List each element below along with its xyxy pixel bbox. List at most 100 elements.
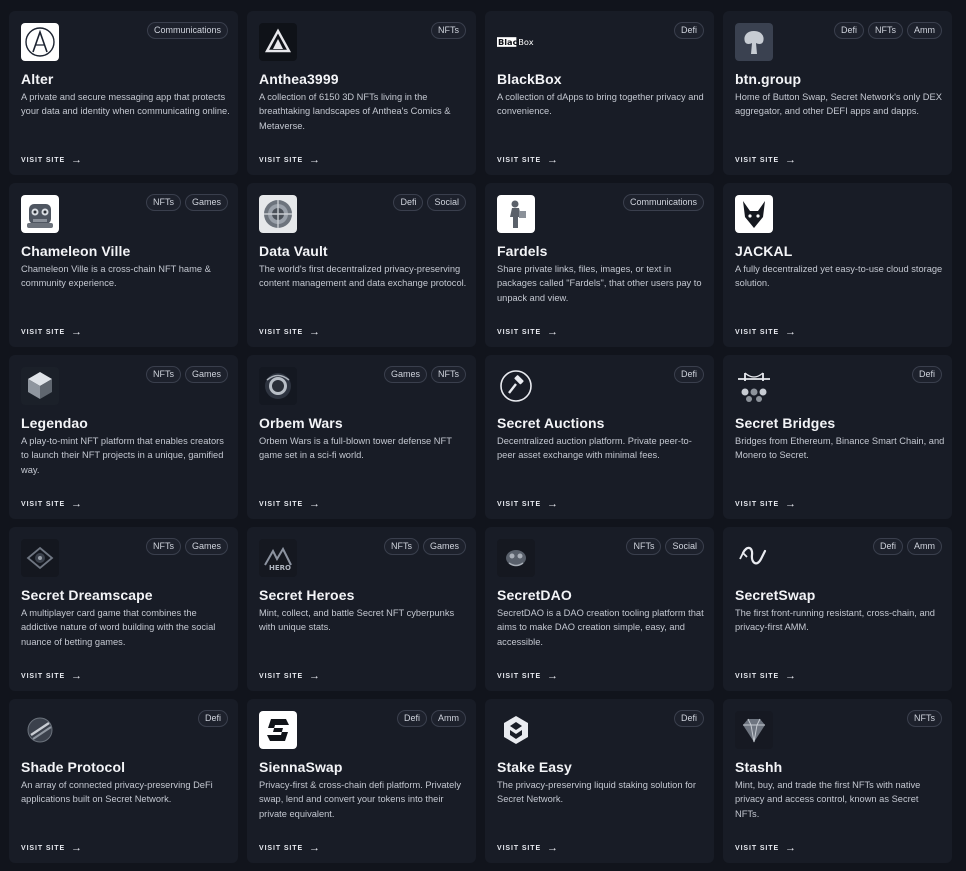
svg-text:HERO: HERO	[269, 564, 291, 572]
orbem-wars-logo-icon	[259, 367, 297, 405]
category-tag: NFTs	[431, 366, 466, 383]
visit-site-link[interactable]: VISIT SITE →	[21, 327, 82, 338]
category-tag: NFTs	[431, 22, 466, 39]
app-card-anthea3999: NFTs Anthea3999 A collection of 6150 3D NF…	[247, 11, 476, 175]
app-title: BlackBox	[497, 71, 562, 87]
arrow-right-icon: →	[547, 326, 559, 338]
visit-site-label: VISIT SITE	[497, 844, 542, 852]
app-description: A multiplayer card game that combines th…	[21, 608, 216, 647]
visit-site-label: VISIT SITE	[259, 500, 304, 508]
app-card-data-vault: Defi Social Data Vault The world's first de…	[247, 183, 476, 347]
visit-site-label: VISIT SITE	[259, 328, 304, 336]
category-tag: Amm	[907, 22, 942, 39]
visit-site-link[interactable]: VISIT SITE →	[21, 843, 82, 854]
visit-site-link[interactable]: VISIT SITE →	[21, 155, 82, 166]
category-tag: Amm	[431, 710, 466, 727]
app-card-fardels: Communications Fardels Share private links…	[485, 183, 714, 347]
btn-group-logo-icon	[735, 23, 773, 61]
visit-site-label: VISIT SITE	[735, 844, 780, 852]
app-description: Decentralized auction platform. Private …	[497, 436, 692, 461]
app-title: Secret Auctions	[497, 415, 605, 431]
category-tag: Games	[184, 538, 228, 555]
visit-site-link[interactable]: VISIT SITE →	[259, 326, 321, 338]
category-tags: Communications	[146, 22, 228, 39]
category-tag: Defi	[673, 22, 704, 39]
app-description: Orbem Wars is a full-blown tower defense…	[259, 436, 452, 461]
app-card-secretdao: NFTs Social SecretDAO SecretDAO is a DAO cr…	[485, 527, 714, 691]
app-card-legendao: NFTs Games Legendao A play-to-mint NFT plat…	[9, 355, 238, 519]
alter-logo-icon	[21, 23, 59, 61]
bridge-logo-icon	[735, 367, 773, 405]
jackal-logo-icon	[735, 195, 773, 233]
category-tag: NFTs	[868, 22, 903, 39]
app-title: Secret Dreamscape	[21, 587, 153, 603]
category-tags: NFTs Social	[626, 538, 704, 555]
app-description: A play-to-mint NFT platform that enables…	[21, 436, 224, 475]
visit-site-label: VISIT SITE	[21, 328, 66, 336]
visit-site-label: VISIT SITE	[497, 500, 542, 508]
app-description: Share private links, files, images, or t…	[497, 264, 702, 303]
app-title: JACKAL	[735, 243, 793, 259]
visit-site-link[interactable]: VISIT SITE →	[259, 843, 320, 854]
app-card-secretswap: Defi Amm SecretSwap The first front-running…	[723, 527, 952, 691]
arrow-right-icon: →	[785, 842, 797, 854]
category-tags: NFTs Games	[145, 538, 228, 555]
arrow-right-icon: →	[71, 498, 83, 510]
visit-site-link[interactable]: VISIT SITE →	[735, 842, 797, 854]
visit-site-label: VISIT SITE	[21, 672, 66, 680]
visit-site-link[interactable]: VISIT SITE →	[259, 154, 321, 166]
fardels-logo-icon	[497, 195, 535, 233]
app-card-siennaswap: Defi Amm SiennaSwap Privacy-first & cross-c…	[247, 699, 476, 863]
visit-site-link[interactable]: VISIT SITE →	[735, 327, 796, 338]
arrow-right-icon: →	[309, 326, 321, 338]
app-title: Stake Easy	[497, 759, 572, 775]
app-card-shade-protocol: Defi Shade Protocol An array of connected …	[9, 699, 238, 863]
visit-site-link[interactable]: VISIT SITE →	[497, 155, 558, 166]
app-title: Shade Protocol	[21, 759, 126, 775]
arrow-right-icon: →	[309, 154, 321, 166]
anthea-logo-icon	[259, 23, 297, 61]
app-description: The first front-running resistant, cross…	[735, 608, 935, 633]
category-tag: Defi	[872, 538, 903, 555]
app-description: A collection of dApps to bring together …	[497, 92, 704, 117]
category-tag: Defi	[197, 710, 228, 727]
arrow-right-icon: →	[785, 154, 797, 166]
category-tag: Games	[422, 538, 466, 555]
app-title: SecretDAO	[497, 587, 572, 603]
app-card-alter: Communications Alter A private and secure …	[9, 11, 238, 175]
visit-site-label: VISIT SITE	[21, 500, 66, 508]
visit-site-link[interactable]: VISIT SITE →	[497, 499, 558, 510]
category-tags: Games NFTs	[383, 366, 466, 383]
visit-site-link[interactable]: VISIT SITE →	[259, 671, 320, 682]
app-card-btn-group: Defi NFTs Amm btn.group Home of Button Swap,…	[723, 11, 952, 175]
app-description: Mint, buy, and trade the first NFTs with…	[735, 780, 921, 819]
category-tags: Defi	[673, 22, 704, 39]
app-description: The world's first decentralized privacy-…	[259, 264, 467, 289]
visit-site-label: VISIT SITE	[21, 156, 66, 164]
category-tags: Communications	[622, 194, 704, 211]
category-tag: NFTs	[907, 710, 942, 727]
visit-site-label: VISIT SITE	[259, 844, 304, 852]
visit-site-link[interactable]: VISIT SITE →	[735, 154, 797, 166]
visit-site-label: VISIT SITE	[735, 156, 780, 164]
app-description: The privacy-preserving liquid staking so…	[497, 780, 696, 805]
app-title: Secret Bridges	[735, 415, 836, 431]
visit-site-link[interactable]: VISIT SITE →	[497, 326, 559, 338]
visit-site-link[interactable]: VISIT SITE →	[497, 671, 558, 682]
app-title: Legendao	[21, 415, 88, 431]
visit-site-label: VISIT SITE	[735, 328, 780, 336]
secretdao-logo-icon	[497, 539, 535, 577]
category-tag: Defi	[673, 366, 704, 383]
visit-site-link[interactable]: VISIT SITE →	[735, 671, 796, 682]
visit-site-label: VISIT SITE	[259, 156, 304, 164]
app-title: SecretSwap	[735, 587, 816, 603]
app-description: Mint, collect, and battle Secret NFT cyb…	[259, 608, 455, 633]
visit-site-link[interactable]: VISIT SITE →	[21, 498, 83, 510]
visit-site-link[interactable]: VISIT SITE →	[497, 843, 558, 854]
category-tags: Defi Social	[393, 194, 466, 211]
visit-site-link[interactable]: VISIT SITE →	[259, 498, 321, 510]
visit-site-link[interactable]: VISIT SITE →	[735, 499, 796, 510]
visit-site-link[interactable]: VISIT SITE →	[21, 671, 82, 682]
dreamscape-logo-icon	[21, 539, 59, 577]
arrow-right-icon: →	[309, 498, 321, 510]
